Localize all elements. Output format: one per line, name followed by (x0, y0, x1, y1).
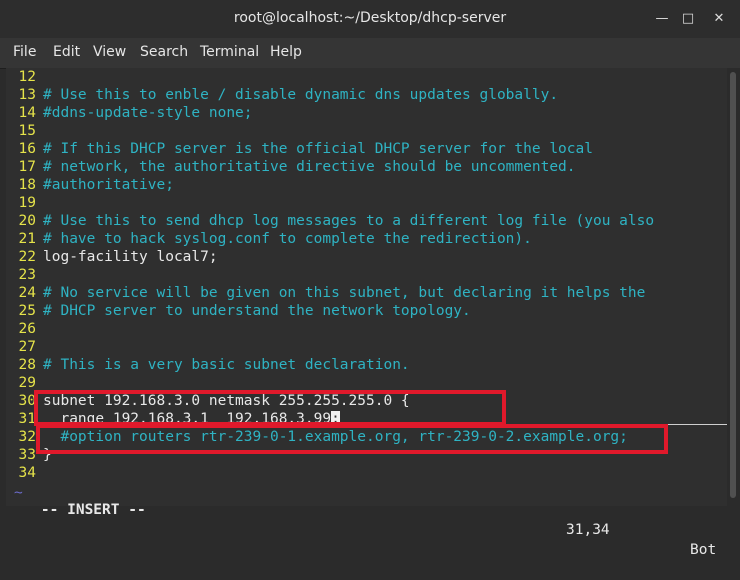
editor-line: 12 (6, 68, 43, 86)
window-titlebar: root@localhost:~/Desktop/dhcp-server — □… (0, 0, 740, 38)
highlight-box-option-routers (36, 424, 668, 454)
line-number: 19 (18, 195, 36, 211)
scrollbar[interactable] (727, 68, 740, 506)
line-number: 30 (18, 393, 36, 409)
editor-line: 21 # have to hack syslog.conf to complete… (6, 230, 532, 248)
highlight-box-subnet (34, 390, 506, 426)
line-text: # DHCP server to understand the network … (43, 303, 471, 319)
line-number: 28 (18, 357, 36, 373)
line-number: 18 (18, 177, 36, 193)
line-text: # Use this to enble / disable dynamic dn… (43, 87, 559, 103)
window-title: root@localhost:~/Desktop/dhcp-server (233, 10, 507, 26)
line-number: 23 (18, 267, 36, 283)
line-text: # If this DHCP server is the official DH… (43, 141, 593, 157)
line-number: 21 (18, 231, 36, 247)
line-number: 26 (18, 321, 36, 337)
empty-buffer-tilde: ~ (14, 485, 23, 501)
editor-line: 17 # network, the authoritative directive… (6, 158, 576, 176)
line-number: 32 (18, 429, 36, 445)
menu-edit[interactable]: Edit (53, 44, 80, 60)
editor-line: 25 # DHCP server to understand the networ… (6, 302, 471, 320)
maximize-icon[interactable]: □ (680, 11, 696, 27)
line-text: # This is a very basic subnet declaratio… (43, 357, 410, 373)
line-number: 24 (18, 285, 36, 301)
editor-line: 14 #ddns-update-style none; (6, 104, 253, 122)
minimize-icon[interactable]: — (654, 11, 670, 27)
line-number: 31 (18, 411, 36, 427)
editor-line: 27 (6, 338, 43, 356)
cursor-position: 31,34 (566, 522, 610, 538)
line-number: 15 (18, 123, 36, 139)
line-number: 20 (18, 213, 36, 229)
menu-help[interactable]: Help (270, 44, 302, 60)
scrollbar-thumb[interactable] (730, 72, 736, 498)
editor-line: 18 #authoritative; (6, 176, 174, 194)
line-text: # have to hack syslog.conf to complete t… (43, 231, 532, 247)
close-icon[interactable]: ✕ (711, 11, 727, 27)
editor-line: 24 # No service will be given on this sub… (6, 284, 646, 302)
line-number: 27 (18, 339, 36, 355)
line-text: # No service will be given on this subne… (43, 285, 646, 301)
menu-search[interactable]: Search (140, 44, 188, 60)
mode-indicator: -- INSERT -- (40, 502, 146, 518)
line-number: 22 (18, 249, 36, 265)
line-text: # network, the authoritative directive s… (43, 159, 576, 175)
menu-view[interactable]: View (93, 44, 126, 60)
line-number: 29 (18, 375, 36, 391)
line-number: 12 (18, 69, 36, 85)
editor-line: 16 # If this DHCP server is the official … (6, 140, 593, 158)
menu-terminal[interactable]: Terminal (200, 44, 259, 60)
menu-bar: File Edit View Search Terminal Help (0, 38, 740, 69)
vim-statusline: -- INSERT -- 31,34 Bot (6, 480, 727, 558)
line-number: 14 (18, 105, 36, 121)
editor-line: 23 (6, 266, 43, 284)
line-text: # Use this to send dhcp log messages to … (43, 213, 655, 229)
scroll-indicator: Bot (690, 542, 717, 558)
line-text: #ddns-update-style none; (43, 105, 253, 121)
line-number: 25 (18, 303, 36, 319)
editor-line: 13 # Use this to enble / disable dynamic … (6, 86, 559, 104)
line-text: #authoritative; (43, 177, 174, 193)
line-text: log-facility local7; (43, 249, 218, 265)
line-number: 16 (18, 141, 36, 157)
editor-line: 19 (6, 194, 43, 212)
line-number: 13 (18, 87, 36, 103)
line-number: 17 (18, 159, 36, 175)
line-number: 33 (18, 447, 36, 463)
editor-line: 15 (6, 122, 43, 140)
editor-line: 28 # This is a very basic subnet declarat… (6, 356, 410, 374)
menu-file[interactable]: File (13, 44, 36, 60)
editor-line: 26 (6, 320, 43, 338)
editor-line: 22 log-facility local7; (6, 248, 218, 266)
editor-line: 34 (6, 464, 43, 482)
line-number: 34 (18, 465, 36, 481)
editor-line: 20 # Use this to send dhcp log messages t… (6, 212, 655, 230)
